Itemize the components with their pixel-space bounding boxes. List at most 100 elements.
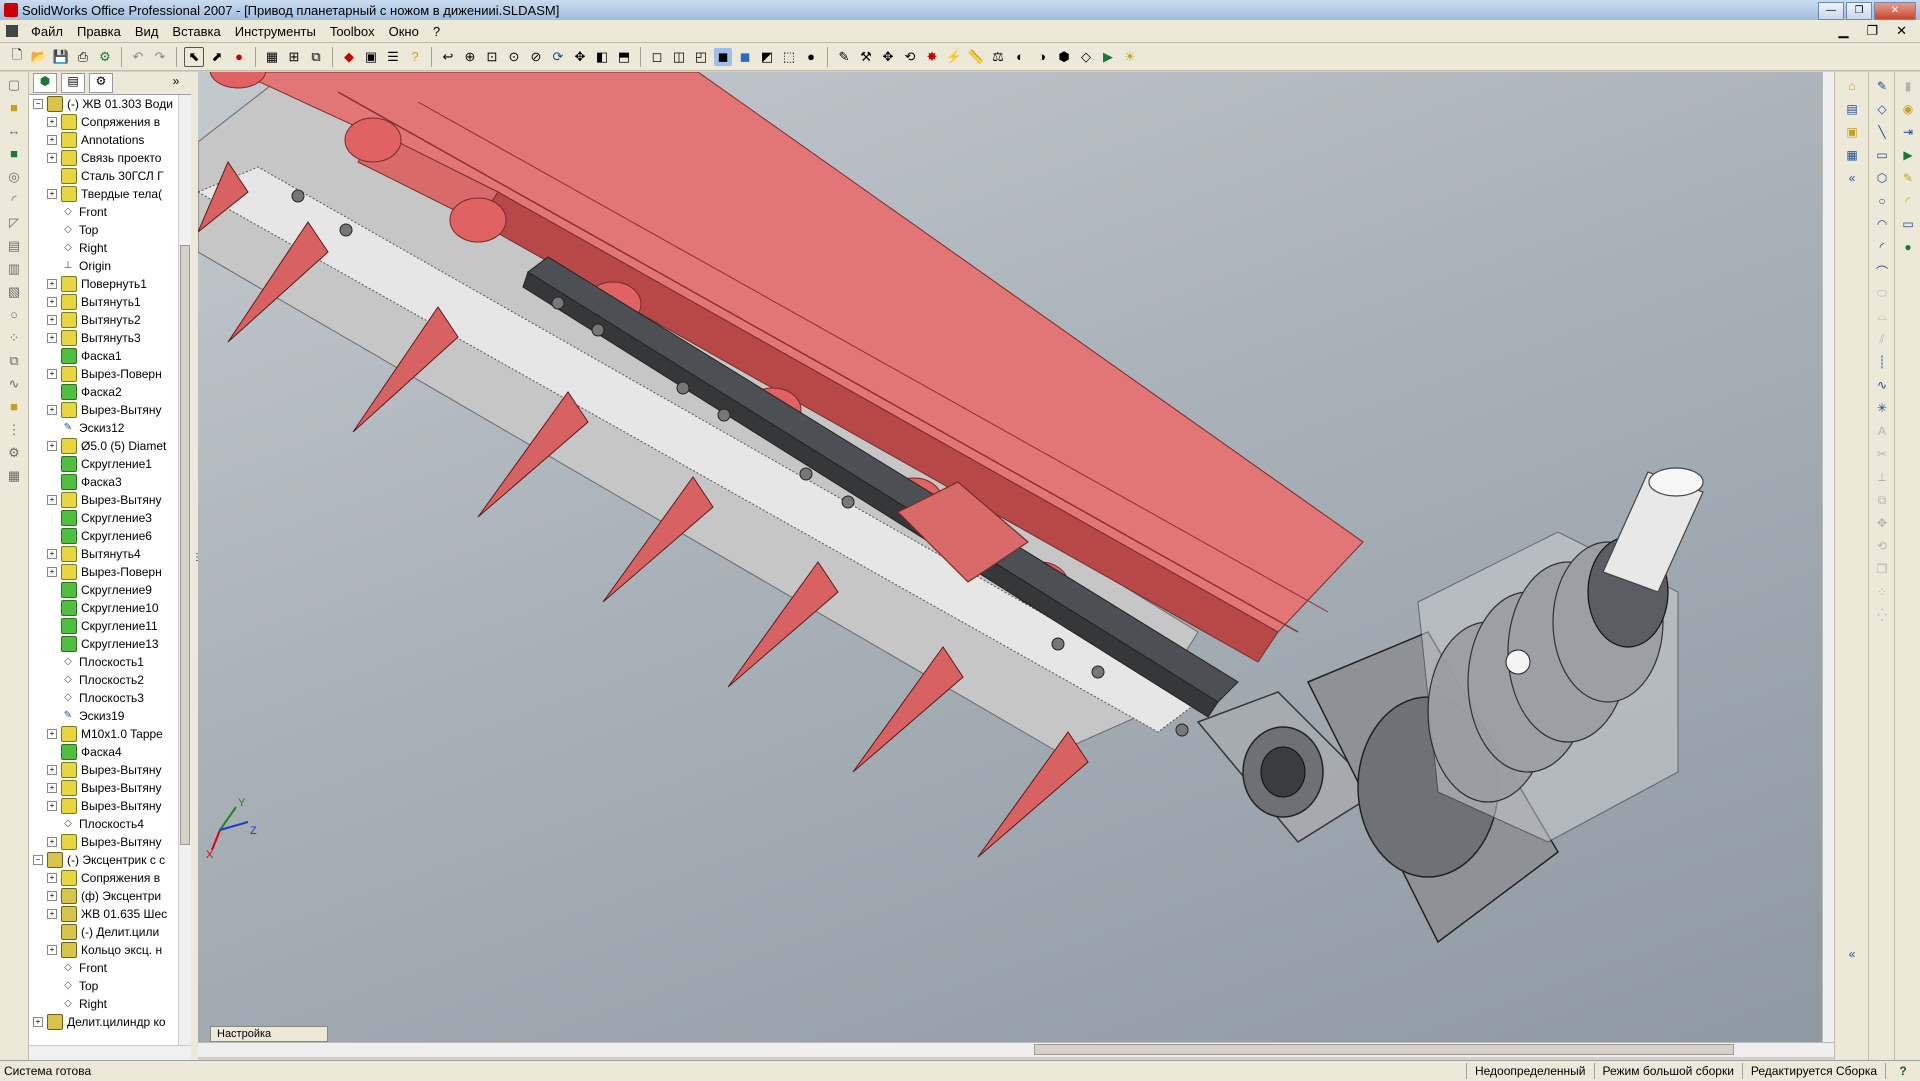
tree-item[interactable]: ◇ Right [29, 239, 177, 257]
trim-icon[interactable]: ✂ [1874, 447, 1890, 463]
help-bulb-icon[interactable]: ? [406, 48, 424, 66]
tree-item[interactable]: + Делит.цилиндр ко [29, 1013, 177, 1031]
file-explorer-icon[interactable]: ▣ [1844, 125, 1860, 141]
revolve-tool-icon[interactable]: ◎ [5, 169, 23, 187]
doc-close-icon[interactable]: ✕ [1889, 23, 1914, 39]
tree-item[interactable]: ◇ Плоскость1 [29, 653, 177, 671]
tree-item[interactable]: Скругление1 [29, 455, 177, 473]
tab-feature-manager-icon[interactable]: ⬢ [33, 73, 57, 93]
pattern-tool-icon[interactable]: ⁘ [5, 330, 23, 348]
sketch-tool-icon[interactable]: ▢ [5, 77, 23, 95]
dimension-tool-icon[interactable]: ↔ [5, 123, 23, 141]
chamfer-tool-icon[interactable]: ◸ [5, 215, 23, 233]
tree-scroll-thumb[interactable] [180, 245, 190, 845]
tree-item[interactable]: + Вырез-Вытяну [29, 779, 177, 797]
tree-item[interactable]: − (-) Эксцентрик с с [29, 851, 177, 869]
section-view-icon[interactable]: ◧ [593, 48, 611, 66]
ellipse-icon[interactable]: ⬭ [1874, 286, 1890, 302]
menu-toolbox[interactable]: Toolbox [323, 24, 382, 39]
draft-tool-icon[interactable]: ▧ [5, 284, 23, 302]
home-icon[interactable]: ⌂ [1844, 79, 1860, 95]
fillet-tool-icon[interactable]: ◜ [5, 192, 23, 210]
insert-component-icon[interactable]: ⊞ [285, 48, 303, 66]
previous-view-icon[interactable]: ↩ [439, 48, 457, 66]
surface-tool-icon[interactable]: ■ [5, 399, 23, 417]
zoom-selection-icon[interactable]: ⊘ [527, 48, 545, 66]
tree-item[interactable]: ◇ Front [29, 203, 177, 221]
help-icon[interactable]: ? [1885, 1063, 1920, 1079]
polygon-icon[interactable]: ⬡ [1874, 171, 1890, 187]
revolve-boss-icon[interactable]: ◉ [1900, 102, 1916, 118]
shaded-with-edges-icon[interactable]: ◼ [714, 47, 732, 66]
tree-item[interactable]: ◇ Right [29, 995, 177, 1013]
tree-item[interactable]: + Сопряжения в [29, 113, 177, 131]
tree-item[interactable]: ◇ Top [29, 977, 177, 995]
wireframe-icon[interactable]: ◻ [648, 48, 666, 66]
graphics-area[interactable]: X Y Z [198, 72, 1834, 1042]
shell-icon[interactable]: ▭ [1900, 217, 1916, 233]
collapse-task-pane-icon[interactable]: « [1844, 171, 1860, 187]
tree-item[interactable]: ✎ Эскиз19 [29, 707, 177, 725]
expand-toggle-icon[interactable]: + [47, 297, 57, 307]
mass-properties-icon[interactable]: ⚖ [989, 48, 1007, 66]
minimize-button[interactable]: — [1818, 2, 1844, 20]
expand-toggle-icon[interactable]: + [47, 333, 57, 343]
assembly-tool-icon[interactable]: ■ [5, 146, 23, 164]
menu-file[interactable]: Файл [24, 24, 70, 39]
menu-help[interactable]: ? [426, 24, 447, 39]
tree-item[interactable]: Фаска2 [29, 383, 177, 401]
exploded-view-icon[interactable]: ✸ [923, 48, 941, 66]
arc-icon[interactable]: ◠ [1874, 217, 1890, 233]
curves-tool-icon[interactable]: ∿ [5, 376, 23, 394]
tree-item[interactable]: Фаска4 [29, 743, 177, 761]
zoom-in-out-icon[interactable]: ⊙ [505, 48, 523, 66]
undo-icon[interactable]: ↶ [129, 48, 147, 66]
expand-toggle-icon[interactable]: + [47, 189, 57, 199]
tree-item[interactable]: + Вырез-Вытяну [29, 491, 177, 509]
tree-item[interactable]: (-) Делит.цили [29, 923, 177, 941]
interference-icon[interactable]: ⚡ [945, 48, 963, 66]
spline-icon[interactable]: ∿ [1874, 378, 1890, 394]
zoom-area-icon[interactable]: ⊡ [483, 48, 501, 66]
tree-item[interactable]: Сталь 30ГСЛ Г [29, 167, 177, 185]
shadows-icon[interactable]: ◩ [758, 48, 776, 66]
tree-item[interactable]: + Annotations [29, 131, 177, 149]
line-icon[interactable]: ╲ [1874, 125, 1890, 141]
table-icon[interactable]: ☰ [384, 48, 402, 66]
tree-item[interactable]: Скругление11 [29, 617, 177, 635]
tree-item[interactable]: ✎ Эскиз12 [29, 419, 177, 437]
tree-item[interactable]: + ЖВ 01.635 Шес [29, 905, 177, 923]
rib-icon[interactable]: ✎ [1900, 171, 1916, 187]
layout-icon[interactable]: ▣ [362, 48, 380, 66]
photoworks-icon[interactable]: ☀ [1121, 48, 1139, 66]
options-icon[interactable]: ⚙ [96, 48, 114, 66]
expand-toggle-icon[interactable]: + [47, 945, 57, 955]
tree-item[interactable]: Скругление3 [29, 509, 177, 527]
move-entities-icon[interactable]: ✥ [1874, 516, 1890, 532]
rotate-entities-icon[interactable]: ⟲ [1874, 539, 1890, 555]
smart-fasteners-icon[interactable]: ⚒ [857, 48, 875, 66]
expand-toggle-icon[interactable]: + [47, 891, 57, 901]
tree-item[interactable]: + M10x1.0 Tappe [29, 725, 177, 743]
grid-icon[interactable]: ▦ [263, 48, 281, 66]
hole-tool-icon[interactable]: ○ [5, 307, 23, 325]
tree-vertical-scrollbar[interactable] [178, 95, 191, 1045]
menu-tools[interactable]: Инструменты [228, 24, 323, 39]
menu-view[interactable]: Вид [128, 24, 166, 39]
expand-toggle-icon[interactable]: + [47, 765, 57, 775]
traffic-light-icon[interactable]: ● [230, 48, 248, 66]
tree-item[interactable]: − (-) ЖВ 01.303 Води [29, 95, 177, 113]
tree-item[interactable]: + Вытянуть3 [29, 329, 177, 347]
maximize-button[interactable]: ❐ [1846, 2, 1872, 20]
loft-icon[interactable]: ▶ [1900, 148, 1916, 164]
change-transparency-icon[interactable]: ◑ [1033, 48, 1051, 66]
print-icon[interactable]: ⎙ [74, 48, 92, 66]
extrude-boss-icon[interactable]: ▮ [1900, 79, 1916, 95]
standard-views-icon[interactable]: ⬒ [615, 48, 633, 66]
hidden-lines-visible-icon[interactable]: ◫ [670, 48, 688, 66]
tree-horizontal-scrollbar[interactable] [29, 1045, 191, 1060]
mirror-tool-icon[interactable]: ⧉ [5, 353, 23, 371]
tree-item[interactable]: + Вытянуть4 [29, 545, 177, 563]
tree-item[interactable]: + Сопряжения в [29, 869, 177, 887]
expand-toggle-icon[interactable]: + [47, 135, 57, 145]
